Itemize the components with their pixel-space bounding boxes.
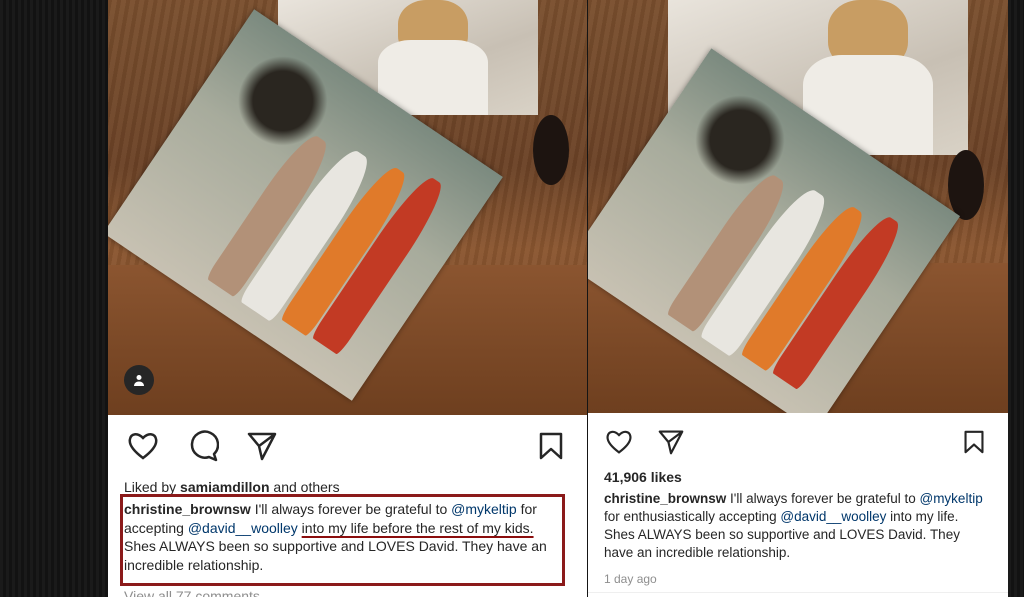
post-divider [588, 592, 1008, 593]
caption-text: I'll always forever be grateful to [730, 491, 916, 506]
comment-bubble-icon [190, 430, 219, 462]
tagged-users-button[interactable] [124, 365, 154, 395]
save-button[interactable] [536, 430, 566, 462]
dark-shape [533, 115, 569, 185]
mention-link[interactable]: @mykeltip [919, 491, 982, 506]
bookmark-icon [539, 432, 563, 460]
dark-shape [948, 150, 984, 220]
post-timestamp: 1 day ago [604, 572, 657, 586]
instagram-post-right: 41,906 likes christine_brownsw I'll alwa… [588, 0, 1008, 597]
share-button[interactable] [245, 430, 279, 462]
action-bar [588, 428, 1008, 458]
share-button[interactable] [656, 428, 686, 456]
post-image[interactable] [588, 0, 1008, 413]
comment-button[interactable] [186, 430, 220, 462]
paper-plane-icon [658, 430, 684, 455]
like-button[interactable] [126, 430, 160, 462]
dark-background-right [1008, 0, 1024, 597]
liked-by-prefix: Liked by [124, 479, 177, 495]
post-image[interactable] [108, 0, 587, 415]
caption-username[interactable]: christine_brownsw [604, 491, 726, 506]
liked-by-suffix[interactable]: and others [273, 479, 339, 495]
heart-icon [128, 433, 158, 460]
save-button[interactable] [960, 428, 988, 456]
dark-background-left [0, 0, 108, 597]
post-caption: christine_brownsw I'll always forever be… [604, 490, 989, 562]
paper-plane-icon [247, 432, 277, 461]
liked-by-line: Liked by samiamdillon and others [124, 479, 340, 495]
action-bar [108, 430, 587, 462]
caption-text: for enthusiastically accepting [604, 509, 777, 524]
likes-count[interactable]: 41,906 likes [604, 469, 682, 485]
user-tag-icon [134, 375, 144, 386]
liked-by-username[interactable]: samiamdillon [180, 479, 269, 495]
view-comments-link[interactable]: View all 77 comments [124, 588, 260, 597]
heart-icon [606, 430, 632, 454]
like-button[interactable] [604, 428, 634, 456]
mention-link[interactable]: @david__woolley [780, 509, 886, 524]
red-highlight-box [120, 494, 565, 586]
bookmark-icon [964, 430, 984, 454]
